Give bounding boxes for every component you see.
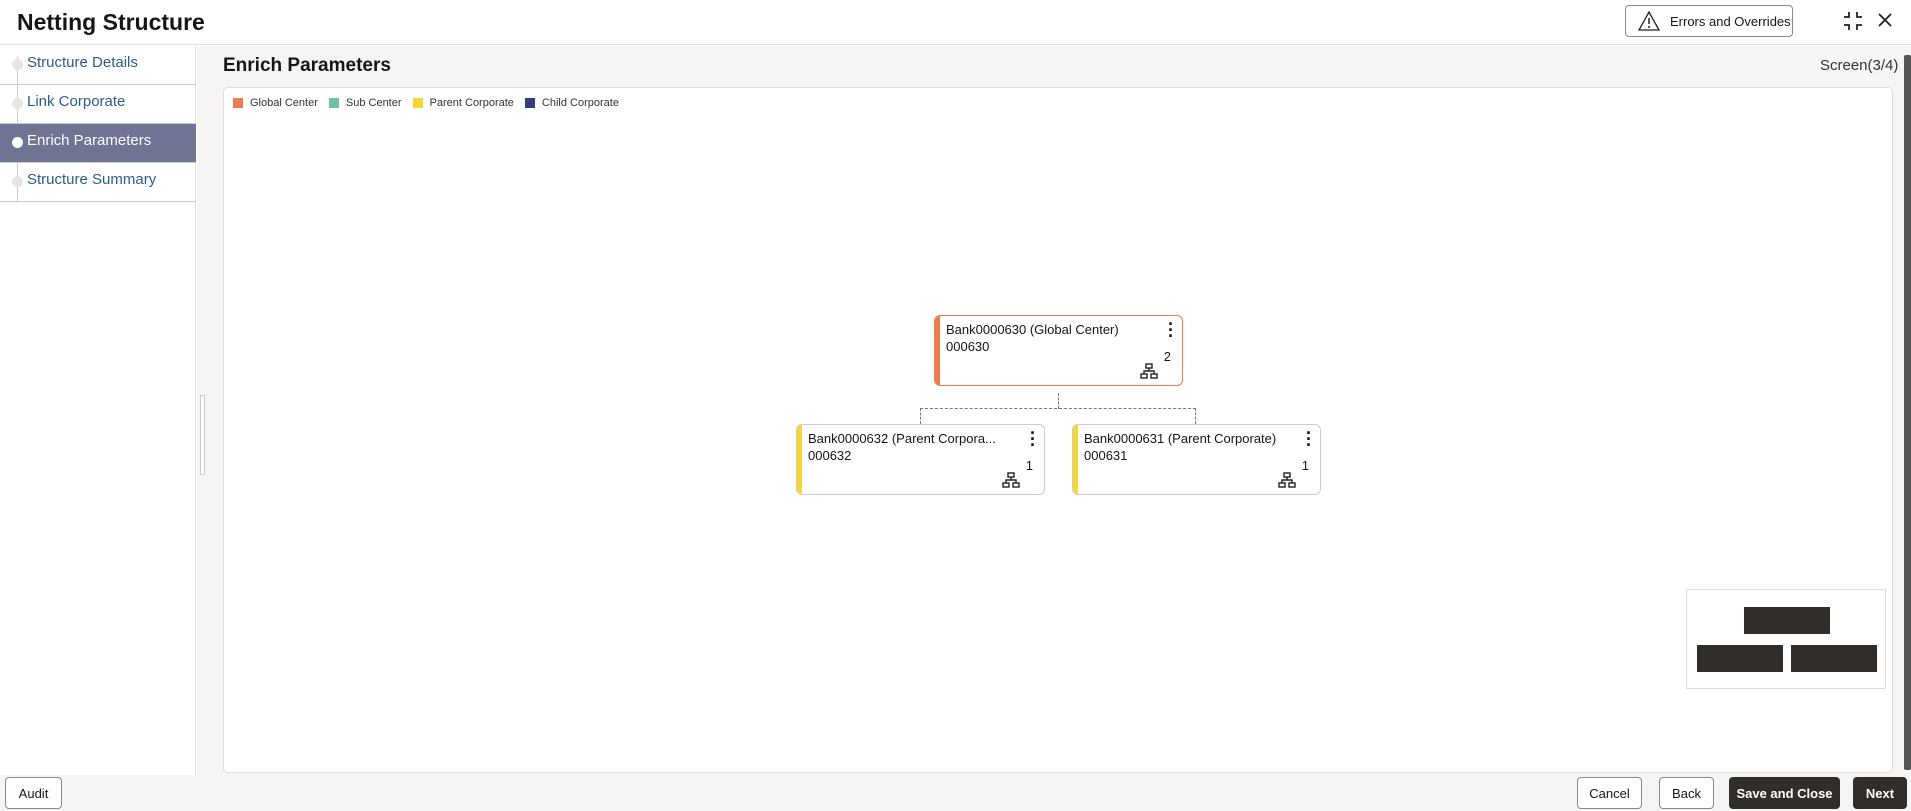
- warning-icon: [1638, 11, 1660, 31]
- close-icon[interactable]: [1877, 12, 1893, 28]
- node-global-center[interactable]: Bank0000630 (Global Center) 000630 · · · 2: [934, 315, 1183, 386]
- minimap-node: [1744, 607, 1830, 634]
- step-dot-icon: [12, 137, 23, 148]
- legend-item-sub-center: Sub Center: [328, 97, 402, 109]
- tree-connector: [1058, 393, 1059, 409]
- node-name: Bank0000630 (Global Center): [946, 322, 1119, 337]
- save-and-close-button[interactable]: Save and Close: [1729, 777, 1840, 809]
- tree-connector: [920, 408, 1196, 409]
- hierarchy-icon[interactable]: [1278, 472, 1296, 488]
- step-dot-icon: [12, 98, 23, 109]
- step-structure-details[interactable]: Structure Details: [0, 46, 196, 85]
- tree-connector: [920, 408, 921, 424]
- node-code: 000630: [946, 339, 990, 354]
- node-code: 000631: [1084, 448, 1128, 463]
- vertical-scrollbar[interactable]: [1904, 55, 1911, 770]
- next-button[interactable]: Next: [1853, 777, 1907, 809]
- legend-label: Sub Center: [345, 97, 402, 109]
- child-count: 2: [1163, 349, 1171, 364]
- step-label: Structure Details: [27, 54, 138, 71]
- step-enrich-parameters[interactable]: Enrich Parameters: [0, 124, 196, 163]
- child-count: 1: [1301, 458, 1309, 473]
- minimize-icon[interactable]: [1843, 11, 1863, 31]
- panel-splitter[interactable]: [200, 395, 205, 475]
- step-label: Enrich Parameters: [27, 132, 152, 149]
- node-code: 000632: [808, 448, 852, 463]
- step-sidebar: Structure Details Link Corporate Enrich …: [0, 46, 196, 776]
- step-dot-icon: [12, 59, 23, 70]
- legend-label: Child Corporate: [541, 97, 619, 109]
- errors-button-label: Errors and Overrides: [1670, 13, 1791, 29]
- node-name: Bank0000632 (Parent Corpora...: [808, 431, 996, 446]
- tree-connector: [1195, 408, 1196, 424]
- legend-label: Global Center: [250, 97, 318, 109]
- node-type-bar: [935, 316, 940, 385]
- more-options-icon[interactable]: · · ·: [1306, 425, 1312, 454]
- audit-button[interactable]: Audit: [5, 777, 62, 809]
- legend-swatch: [412, 98, 423, 108]
- minimap[interactable]: [1686, 589, 1886, 689]
- legend-swatch: [233, 98, 243, 108]
- minimap-node: [1697, 645, 1783, 672]
- hierarchy-icon[interactable]: [1002, 472, 1020, 488]
- legend-item-child-corporate: Child Corporate: [524, 97, 619, 109]
- structure-canvas: [223, 87, 1893, 773]
- step-structure-summary[interactable]: Structure Summary: [0, 163, 196, 202]
- more-options-icon[interactable]: · · ·: [1030, 425, 1036, 454]
- page-header-title: Netting Structure: [17, 9, 205, 35]
- legend-item-global-center: Global Center: [233, 97, 318, 109]
- node-name: Bank0000631 (Parent Corporate): [1084, 431, 1277, 446]
- legend-swatch: [328, 98, 339, 108]
- cancel-button[interactable]: Cancel: [1577, 777, 1642, 809]
- step-link-corporate[interactable]: Link Corporate: [0, 85, 196, 124]
- hierarchy-icon[interactable]: [1140, 363, 1158, 379]
- legend-item-parent-corporate: Parent Corporate: [412, 97, 514, 109]
- step-label: Link Corporate: [27, 93, 126, 110]
- node-parent-corporate[interactable]: Bank0000631 (Parent Corporate) 000631 · ·…: [1072, 424, 1321, 495]
- screen-indicator: Screen(3/4): [1820, 57, 1899, 74]
- legend-swatch: [524, 98, 535, 108]
- node-type-bar: [797, 425, 802, 494]
- back-button[interactable]: Back: [1659, 777, 1714, 809]
- legend: Global Center Sub Center Parent Corporat…: [233, 97, 619, 109]
- node-parent-corporate[interactable]: Bank0000632 (Parent Corpora... 000632 · ·…: [796, 424, 1045, 495]
- node-type-bar: [1073, 425, 1078, 494]
- legend-label: Parent Corporate: [429, 97, 514, 109]
- minimap-node: [1791, 645, 1877, 672]
- errors-and-overrides-button[interactable]: Errors and Overrides: [1625, 5, 1793, 37]
- header: Netting Structure Errors and Overrides: [0, 0, 1911, 45]
- step-dot-icon: [12, 176, 23, 187]
- more-options-icon[interactable]: · · ·: [1168, 316, 1174, 345]
- section-title: Enrich Parameters: [223, 55, 391, 76]
- footer: Audit Cancel Back Save and Close Next: [0, 775, 1911, 811]
- step-label: Structure Summary: [27, 171, 157, 188]
- child-count: 1: [1025, 458, 1033, 473]
